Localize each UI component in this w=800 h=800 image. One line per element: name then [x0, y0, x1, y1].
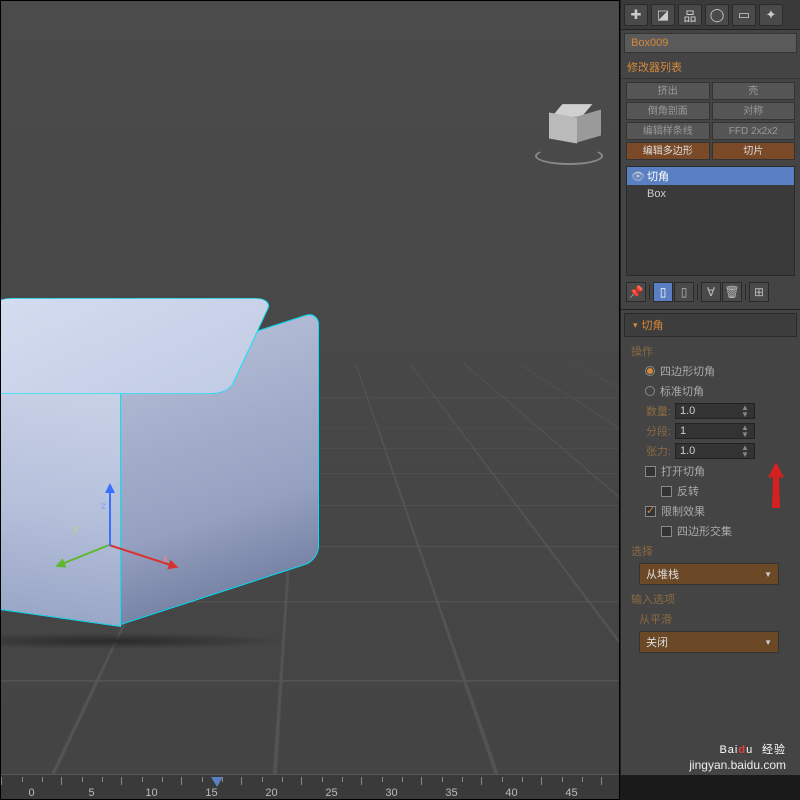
viewcube[interactable]	[539, 101, 599, 161]
pin-stack-icon[interactable]: 📌	[626, 282, 646, 302]
annotation-arrow-icon	[764, 460, 788, 510]
stack-item-chamfer[interactable]: 👁 切角	[627, 167, 794, 185]
visibility-eye-icon[interactable]: 👁	[631, 170, 647, 183]
watermark: Baidu 经验 jingyan.baidu.com	[689, 728, 786, 772]
chevron-down-icon: ▼	[764, 570, 772, 579]
amount-label: 数量:	[631, 403, 671, 419]
segments-label: 分段:	[631, 423, 671, 439]
btn-symmetry[interactable]: 对称	[712, 102, 796, 120]
btn-edit-spline[interactable]: 编辑样条线	[626, 122, 710, 140]
show-end-result-icon[interactable]: ▯	[653, 282, 673, 302]
modifier-stack[interactable]: 👁 切角 Box	[626, 166, 795, 276]
smooth-dropdown[interactable]: 关闭 ▼	[639, 631, 779, 653]
btn-shell[interactable]: 壳	[712, 82, 796, 100]
tension-label: 张力:	[631, 443, 671, 459]
modify-tab[interactable]: ◪	[651, 4, 675, 26]
segments-spinner[interactable]: 1 ▲▼	[675, 423, 755, 439]
modifier-list-label[interactable]: 修改器列表	[621, 56, 800, 79]
radio-on-icon	[645, 366, 655, 376]
axis-y-label: y	[73, 524, 78, 535]
command-panel-tabs: ✚ ◪ 品 ◯ ▭ ✦	[621, 0, 800, 30]
hierarchy-tab[interactable]: 品	[678, 4, 702, 26]
spinner-arrows-icon[interactable]: ▲▼	[740, 404, 750, 418]
axis-z-label: z	[101, 501, 106, 512]
selection-label: 选择	[631, 541, 790, 561]
remove-modifier-icon[interactable]: ∀	[701, 282, 721, 302]
timeline-ruler[interactable]: 0 5 10 15 20 25 30 35 40 45 50 55 60 65 …	[1, 774, 619, 799]
from-smooth-label: 从平滑	[631, 609, 790, 629]
viewport-3d[interactable]: z y x 0 5 10 15 20 25 30 35 40 45 50 55 …	[0, 0, 620, 800]
configure-sets-icon[interactable]: ⊞	[749, 282, 769, 302]
radio-off-icon	[645, 386, 655, 396]
object-name-field[interactable]: Box009	[624, 33, 797, 53]
btn-edit-poly[interactable]: 编辑多边形	[626, 142, 710, 160]
spinner-arrows-icon[interactable]: ▲▼	[740, 444, 750, 458]
utilities-tab[interactable]: ✦	[759, 4, 783, 26]
transform-gizmo[interactable]: z y x	[61, 516, 181, 636]
btn-ffd[interactable]: FFD 2x2x2	[712, 122, 796, 140]
checkbox-icon	[661, 526, 672, 537]
btn-extrude[interactable]: 挤出	[626, 82, 710, 100]
chevron-down-icon: ▼	[764, 638, 772, 647]
input-options-label: 输入选项	[631, 589, 790, 609]
create-tab[interactable]: ✚	[624, 4, 648, 26]
btn-slice[interactable]: 切片	[712, 142, 796, 160]
stack-toolbar: 📌 ▯ ▯ ∀ 🗑 ⊞	[621, 279, 800, 305]
stack-item-box[interactable]: Box	[627, 185, 794, 203]
axis-x-label: x	[163, 554, 168, 565]
rollup-chamfer-header[interactable]: 切角	[624, 313, 797, 337]
radio-standard-chamfer[interactable]: 标准切角	[631, 381, 790, 401]
operation-label: 操作	[631, 341, 790, 361]
checkbox-icon	[645, 466, 656, 477]
amount-spinner[interactable]: 1.0 ▲▼	[675, 403, 755, 419]
motion-tab[interactable]: ◯	[705, 4, 729, 26]
tension-spinner[interactable]: 1.0 ▲▼	[675, 443, 755, 459]
display-tab[interactable]: ▭	[732, 4, 756, 26]
checkbox-icon	[661, 486, 672, 497]
spinner-arrows-icon[interactable]: ▲▼	[740, 424, 750, 438]
from-stack-dropdown[interactable]: 从堆栈 ▼	[639, 563, 779, 585]
make-unique-icon[interactable]: ▯	[674, 282, 694, 302]
check-quad-intersect[interactable]: 四边形交集	[631, 521, 790, 541]
checkbox-checked-icon	[645, 506, 656, 517]
delete-icon[interactable]: 🗑	[722, 282, 742, 302]
modify-panel: ✚ ◪ 品 ◯ ▭ ✦ Box009 修改器列表 挤出 壳 倒角剖面 对称 编辑…	[620, 0, 800, 775]
radio-quad-chamfer[interactable]: 四边形切角	[631, 361, 790, 381]
btn-chamfer-face[interactable]: 倒角剖面	[626, 102, 710, 120]
